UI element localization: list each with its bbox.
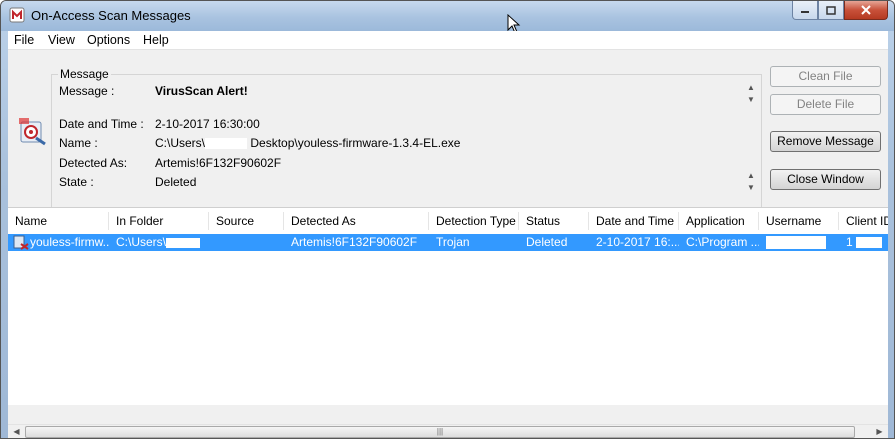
message-value: VirusScan Alert! bbox=[155, 84, 248, 98]
remove-message-button[interactable]: Remove Message bbox=[770, 131, 881, 152]
column-header-date-time[interactable]: Date and Time bbox=[589, 212, 679, 230]
column-header-application[interactable]: Application bbox=[679, 212, 759, 230]
horizontal-scrollbar[interactable]: ◀ ||| ▶ bbox=[8, 424, 888, 438]
column-header-status[interactable]: Status bbox=[519, 212, 589, 230]
cell-client-id: 1 bbox=[839, 234, 888, 251]
column-header-name[interactable]: Name bbox=[8, 212, 109, 230]
cell-detected-as: Artemis!6F132F90602F bbox=[284, 234, 429, 251]
cell-detection-type: Trojan bbox=[429, 234, 519, 251]
list-header: Name In Folder Source Detected As Detect… bbox=[8, 212, 888, 230]
name-value: C:\Users\ Desktop\youless-firmware-1.3.4… bbox=[155, 136, 460, 150]
clean-file-button[interactable]: Clean File bbox=[770, 66, 881, 87]
detected-label: Detected As: bbox=[59, 156, 128, 170]
scroll-right-icon[interactable]: ▶ bbox=[871, 425, 888, 438]
column-header-in-folder[interactable]: In Folder bbox=[109, 212, 209, 230]
title-bar[interactable]: On-Access Scan Messages bbox=[1, 1, 894, 34]
message-details-panel: Message : VirusScan Alert! Date and Time… bbox=[52, 75, 761, 217]
menu-view[interactable]: View bbox=[48, 33, 75, 47]
detected-value: Artemis!6F132F90602F bbox=[155, 156, 282, 170]
close-button[interactable] bbox=[844, 1, 888, 20]
scroll-up-icon[interactable]: ▲ bbox=[746, 83, 756, 93]
mcafee-shield-icon bbox=[9, 7, 25, 23]
delete-file-button[interactable]: Delete File bbox=[770, 94, 881, 115]
date-label: Date and Time : bbox=[59, 117, 144, 131]
message-group: Message Message : VirusScan Alert! Date … bbox=[51, 67, 762, 218]
minimize-icon bbox=[801, 11, 809, 13]
state-label: State : bbox=[59, 175, 94, 189]
close-window-button[interactable]: Close Window bbox=[770, 169, 881, 190]
table-row[interactable]: youless-firmw... C:\Users\ Artemis!6F132… bbox=[8, 234, 888, 251]
cell-in-folder: C:\Users\ bbox=[109, 234, 209, 251]
window-client: File View Options Help Message Message :… bbox=[8, 31, 888, 438]
redacted-client-id bbox=[856, 237, 883, 249]
window-title: On-Access Scan Messages bbox=[31, 8, 191, 23]
date-value: 2-10-2017 16:30:00 bbox=[155, 117, 260, 131]
cell-date-time: 2-10-2017 16:... bbox=[589, 234, 679, 251]
column-header-username[interactable]: Username bbox=[759, 212, 839, 230]
message-label: Message : bbox=[59, 84, 115, 98]
cell-source bbox=[209, 234, 284, 251]
maximize-icon bbox=[826, 5, 836, 15]
minimize-button[interactable] bbox=[792, 1, 818, 20]
name-value-prefix: C:\Users\ bbox=[155, 136, 206, 150]
scan-messages-list[interactable]: Name In Folder Source Detected As Detect… bbox=[8, 207, 888, 405]
menu-options[interactable]: Options bbox=[87, 33, 130, 47]
redacted-folder bbox=[166, 237, 201, 248]
virus-alert-icon bbox=[19, 118, 46, 146]
name-value-suffix: Desktop\youless-firmware-1.3.4-EL.exe bbox=[247, 136, 461, 150]
scroll-left-icon[interactable]: ◀ bbox=[8, 425, 25, 438]
column-header-source[interactable]: Source bbox=[209, 212, 284, 230]
close-icon bbox=[861, 5, 871, 15]
column-header-detected-as[interactable]: Detected As bbox=[284, 212, 429, 230]
infected-file-icon bbox=[13, 235, 29, 250]
scroll-up-icon[interactable]: ▲ bbox=[746, 171, 756, 181]
column-header-detection-type[interactable]: Detection Type bbox=[429, 212, 519, 230]
caption-buttons bbox=[792, 1, 888, 21]
cell-application: C:\Program ... bbox=[679, 234, 759, 251]
scroll-thumb[interactable]: ||| bbox=[25, 426, 855, 438]
maximize-button[interactable] bbox=[818, 1, 844, 20]
menu-help[interactable]: Help bbox=[143, 33, 169, 47]
cell-client-id-text: 1 bbox=[846, 235, 853, 249]
state-value: Deleted bbox=[155, 175, 197, 189]
redacted-username bbox=[205, 138, 248, 150]
cell-status: Deleted bbox=[519, 234, 589, 251]
cell-in-folder-text: C:\Users\ bbox=[116, 235, 167, 249]
menu-bar: File View Options Help bbox=[8, 31, 888, 50]
scroll-down-icon[interactable]: ▼ bbox=[746, 95, 756, 105]
scroll-down-icon[interactable]: ▼ bbox=[746, 183, 756, 193]
app-window: On-Access Scan Messages File View Option… bbox=[0, 0, 895, 439]
menu-file[interactable]: File bbox=[14, 33, 34, 47]
redacted-username bbox=[766, 236, 826, 250]
column-header-client-id[interactable]: Client ID bbox=[839, 212, 888, 230]
name-label: Name : bbox=[59, 136, 98, 150]
cell-username bbox=[759, 234, 839, 251]
